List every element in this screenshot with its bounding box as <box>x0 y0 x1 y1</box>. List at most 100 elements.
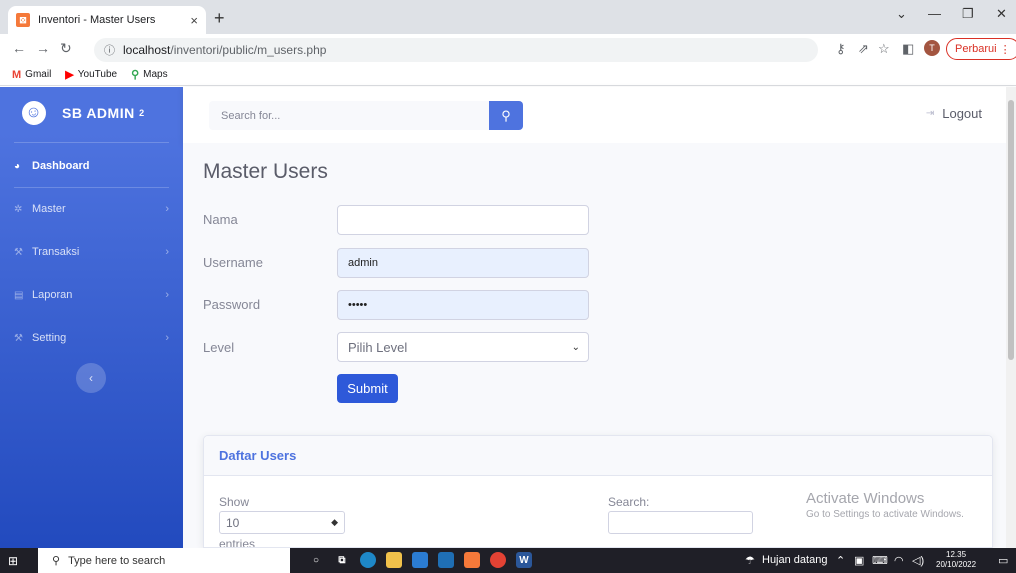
taskbar-search-placeholder: Type here to search <box>68 554 166 567</box>
bookmark-label: YouTube <box>77 69 118 80</box>
chevron-right-icon: › <box>165 203 169 215</box>
profile-avatar[interactable]: T <box>924 40 940 56</box>
sidebar-brand[interactable]: ☺ SB ADMIN 2 <box>19 98 145 128</box>
update-button[interactable]: Perbarui ⋮ <box>946 38 1016 60</box>
taskbar-clock[interactable]: 12.35 20/10/2022 <box>936 550 976 570</box>
taskbar-search[interactable]: ⚲ Type here to search <box>38 548 290 573</box>
share-icon[interactable]: ⇗ <box>858 41 869 57</box>
sidebar-item-dashboard[interactable]: ◕ Dashboard <box>0 156 183 176</box>
table-search-label: Search: <box>608 495 650 509</box>
maps-icon: ⚲ <box>131 69 140 81</box>
cortana-icon[interactable]: ○ <box>308 552 324 568</box>
reload-icon[interactable]: ↻ <box>60 40 72 57</box>
entries-length-select[interactable]: 10 ◆ <box>219 511 345 534</box>
windows-taskbar: ⊞ ⚲ Type here to search ○ ⧉ W ☂ Hujan da… <box>0 548 1016 573</box>
sidebar-item-label: Transaksi <box>32 246 80 258</box>
wifi-icon[interactable]: ◠ <box>894 554 904 567</box>
search-placeholder: Search for... <box>221 109 281 122</box>
store-icon[interactable] <box>438 552 454 568</box>
topbar-search-input[interactable]: Search for... <box>209 101 489 130</box>
forward-icon[interactable]: → <box>36 40 50 56</box>
sort-caret-icon: ◆ <box>331 517 338 527</box>
sidebar-item-master[interactable]: ✲ Master › <box>0 199 183 219</box>
sidebar: ☺ SB ADMIN 2 ◕ Dashboard ✲ Master › ⚒ Tr… <box>0 87 183 548</box>
search-icon: ⚲ <box>52 555 61 567</box>
watermark-line2: Go to Settings to activate Windows. <box>806 509 964 520</box>
sidebar-item-label: Setting <box>32 332 67 344</box>
back-icon[interactable]: ← <box>12 40 26 56</box>
notification-icon[interactable]: ▭ <box>998 554 1008 567</box>
new-tab-button[interactable]: + <box>214 8 225 29</box>
site-info-icon[interactable]: ⓘ <box>104 42 115 58</box>
password-field[interactable]: ••••• <box>337 290 589 320</box>
sidebar-item-transaksi[interactable]: ⚒ Transaksi › <box>0 242 183 262</box>
file-explorer-icon[interactable] <box>386 552 402 568</box>
tab-close-icon[interactable]: × <box>190 13 198 28</box>
tachometer-icon: ◕ <box>14 160 21 172</box>
maximize-button[interactable]: ❐ <box>962 6 974 22</box>
level-selected-value: Pilih Level <box>348 339 408 355</box>
url-path: /inventori/public/m_users.php <box>170 43 327 57</box>
sidebar-item-label: Laporan <box>32 289 73 301</box>
logout-link[interactable]: ⇥ Logout <box>926 106 982 121</box>
chevron-right-icon: › <box>165 332 169 344</box>
chrome-icon[interactable] <box>490 552 506 568</box>
update-label: Perbarui <box>955 43 997 55</box>
chevron-right-icon: › <box>165 246 169 258</box>
bookmark-gmail[interactable]: M Gmail <box>12 69 51 81</box>
clock-time: 12.35 <box>946 550 967 559</box>
search-button[interactable]: ⚲ <box>489 101 523 130</box>
table-icon: ▤ <box>14 289 24 301</box>
nama-field[interactable] <box>337 205 589 235</box>
url-host: localhost <box>123 43 171 57</box>
word-icon[interactable]: W <box>516 552 532 568</box>
sidebar-toggle-button[interactable]: ‹ <box>76 363 106 393</box>
scrollbar-thumb[interactable] <box>1008 100 1014 360</box>
watermark-line1: Activate Windows <box>806 490 925 507</box>
minimize-button[interactable]: — <box>928 6 941 21</box>
wrench-icon: ⚒ <box>14 246 23 258</box>
weather-icon[interactable]: ☂ <box>745 554 755 567</box>
side-panel-icon[interactable]: ◧ <box>902 41 914 57</box>
mail-icon[interactable] <box>412 552 428 568</box>
xampp-icon[interactable] <box>464 552 480 568</box>
bookmark-label: Gmail <box>25 69 52 80</box>
topbar: Search for... ⚲ ⇥ Logout <box>183 87 1016 143</box>
weather-text[interactable]: Hujan datang <box>762 554 827 566</box>
sidebar-item-laporan[interactable]: ▤ Laporan › <box>0 285 183 305</box>
close-window-button[interactable]: ✕ <box>996 6 1007 22</box>
page-title: Master Users <box>203 160 328 183</box>
level-select[interactable]: Pilih Level ⌄ <box>337 332 589 362</box>
ime-icon[interactable]: ⌨ <box>872 554 888 567</box>
bookmark-label: Maps <box>143 69 168 80</box>
windows-start-icon[interactable]: ⊞ <box>8 554 18 568</box>
sidebar-item-setting[interactable]: ⚒ Setting › <box>0 328 183 348</box>
show-label: Show <box>219 495 250 509</box>
cog-icon: ✲ <box>14 203 23 215</box>
bookmarks-bar: M Gmail ▶ YouTube ⚲ Maps <box>0 64 1016 86</box>
bookmark-star-icon[interactable]: ☆ <box>878 41 890 57</box>
brand-text: SB ADMIN <box>62 105 135 121</box>
username-field[interactable]: admin <box>337 248 589 278</box>
table-search-input[interactable] <box>608 511 753 534</box>
browser-tab[interactable]: ⊠ Inventori - Master Users × <box>8 6 206 34</box>
username-label: Username <box>203 255 263 270</box>
password-label: Password <box>203 297 261 312</box>
entries-label: entries <box>219 537 256 548</box>
sidebar-divider <box>14 142 169 143</box>
task-view-icon[interactable]: ⧉ <box>334 552 350 568</box>
submit-button[interactable]: Submit <box>337 374 398 403</box>
password-key-icon[interactable]: ⚷ <box>836 41 846 57</box>
tab-search-dropdown-icon[interactable]: ⌄ <box>896 6 907 22</box>
search-icon: ⚲ <box>501 107 511 123</box>
bookmark-youtube[interactable]: ▶ YouTube <box>65 68 117 81</box>
card-header: Daftar Users <box>204 436 992 476</box>
url-field[interactable]: ⓘ localhost/inventori/public/m_users.php <box>94 38 818 62</box>
volume-icon[interactable]: ◁) <box>912 554 924 567</box>
brand-sup: 2 <box>139 108 145 118</box>
network-icon[interactable]: ▣ <box>854 554 864 567</box>
bookmark-maps[interactable]: ⚲ Maps <box>131 68 168 81</box>
tray-chevron-icon[interactable]: ⌃ <box>836 554 845 567</box>
tab-title: Inventori - Master Users <box>38 14 156 26</box>
edge-icon[interactable] <box>360 552 376 568</box>
